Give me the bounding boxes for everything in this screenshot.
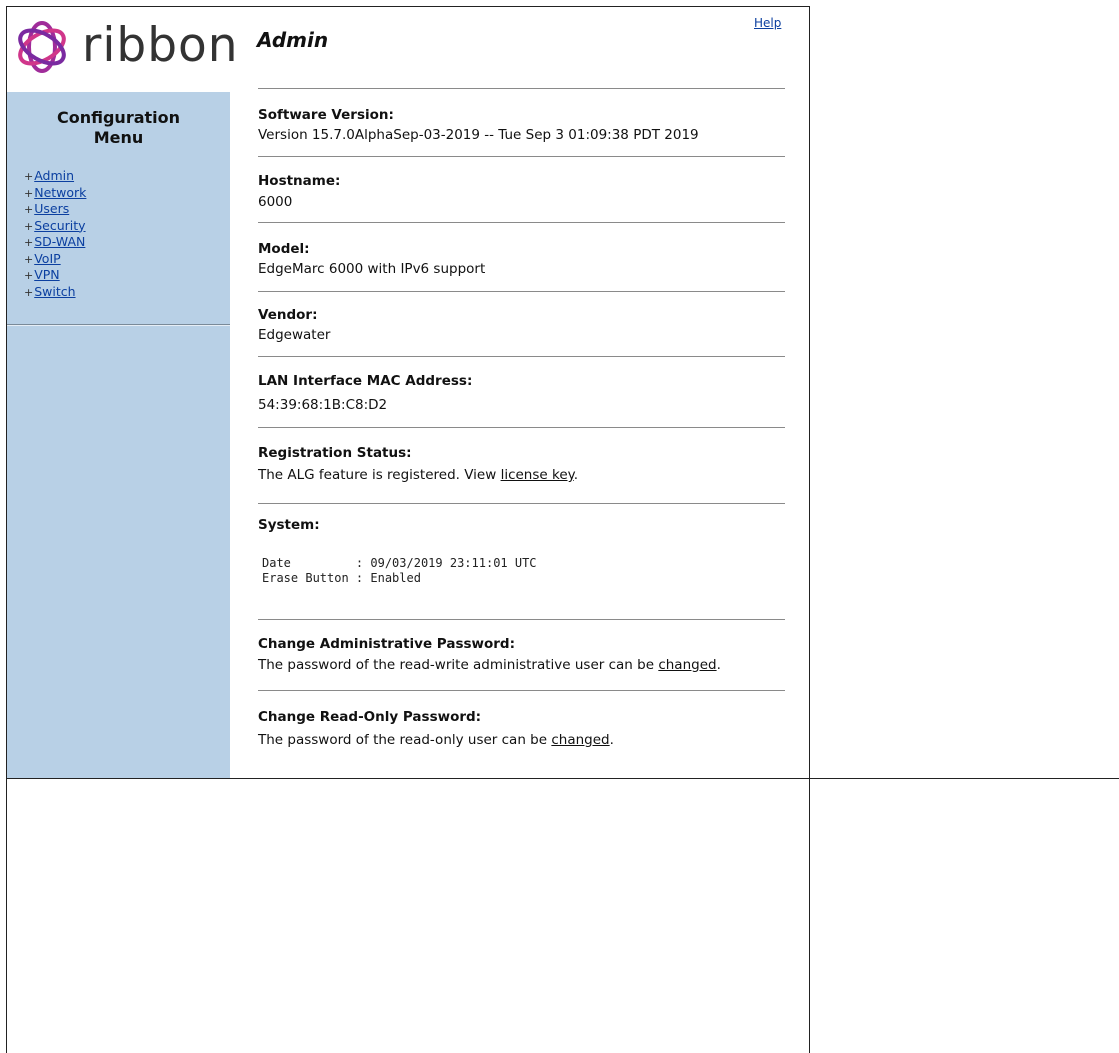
- plus-icon: +: [24, 269, 34, 282]
- menu-item-network: +Network: [24, 185, 86, 202]
- menu-title-text: Configuration Menu: [56, 108, 181, 147]
- change-admin-password-label: Change Administrative Password:: [258, 636, 515, 652]
- menu-item-voip: +VoIP: [24, 251, 86, 268]
- registration-status-text: The ALG feature is registered. View: [258, 467, 501, 483]
- menu-link-vpn[interactable]: VPN: [34, 267, 59, 282]
- change-admin-password-value: The password of the read-write administr…: [258, 657, 721, 673]
- change-admin-password-suffix: .: [716, 657, 721, 673]
- plus-icon: +: [24, 219, 34, 233]
- hostname-value: 6000: [258, 194, 293, 210]
- registration-status-label: Registration Status:: [258, 445, 412, 461]
- plus-icon: +: [24, 236, 34, 249]
- help-link[interactable]: Help: [754, 16, 781, 30]
- change-read-only-password-value: The password of the read-only user can b…: [258, 732, 614, 748]
- software-version-value: Version 15.7.0AlphaSep-03-2019 -- Tue Se…: [258, 127, 699, 143]
- configuration-menu-title: Configuration Menu: [7, 108, 230, 148]
- menu-item-switch: +Switch: [24, 284, 86, 301]
- change-read-only-password-link[interactable]: changed: [551, 732, 609, 748]
- section-divider: [258, 356, 785, 357]
- vendor-value: Edgewater: [258, 327, 331, 343]
- logo-wordmark: ribbon: [82, 18, 239, 73]
- menu-item-admin: +Admin: [24, 168, 86, 185]
- menu-item-users: +Users: [24, 201, 86, 218]
- frame-divider-horizontal: [6, 778, 1119, 779]
- section-divider: [258, 291, 785, 292]
- menu-link-network[interactable]: Network: [34, 185, 86, 200]
- menu-item-sd-wan: +SD-WAN: [24, 234, 86, 251]
- mac-address-value: 54:39:68:1B:C8:D2: [258, 397, 388, 413]
- section-divider: [258, 690, 785, 691]
- menu-item-security: +Security: [24, 218, 86, 235]
- section-divider: [258, 619, 785, 620]
- change-read-only-password-label: Change Read-Only Password:: [258, 709, 482, 725]
- section-divider: [258, 156, 785, 157]
- change-admin-password-text: The password of the read-write administr…: [258, 657, 659, 673]
- menu-item-vpn: +VPN: [24, 267, 86, 284]
- frame-divider-vertical: [809, 6, 810, 1053]
- plus-icon: +: [24, 252, 34, 266]
- system-label: System:: [258, 517, 320, 533]
- menu-link-security[interactable]: Security: [34, 218, 85, 233]
- license-key-link[interactable]: license key: [501, 467, 574, 483]
- menu-link-voip[interactable]: VoIP: [34, 251, 60, 266]
- section-divider: [258, 88, 785, 89]
- ribbon-logo: ribbon: [10, 16, 238, 78]
- plus-icon: +: [24, 186, 34, 200]
- hostname-label: Hostname:: [258, 173, 341, 189]
- menu-link-sd-wan[interactable]: SD-WAN: [34, 234, 85, 249]
- menu-link-admin[interactable]: Admin: [34, 168, 74, 183]
- vendor-label: Vendor:: [258, 307, 318, 323]
- sidebar-divider: [7, 324, 230, 326]
- section-divider: [258, 222, 785, 223]
- plus-icon: +: [24, 285, 34, 299]
- software-version-label: Software Version:: [258, 107, 394, 123]
- registration-status-value: The ALG feature is registered. View lice…: [258, 467, 578, 483]
- menu-link-switch[interactable]: Switch: [34, 284, 75, 299]
- registration-status-suffix: .: [573, 467, 578, 483]
- system-date-line: Date : 09/03/2019 23:11:01 UTC: [262, 556, 537, 570]
- change-read-only-password-suffix: .: [609, 732, 614, 748]
- configuration-sidebar: Configuration Menu +Admin +Network +User…: [7, 92, 230, 778]
- ribbon-logo-mark-icon: [18, 21, 66, 73]
- menu-link-users[interactable]: Users: [34, 201, 69, 216]
- mac-address-label: LAN Interface MAC Address:: [258, 373, 473, 389]
- configuration-menu-list: +Admin +Network +Users +Security +SD-WAN…: [24, 168, 86, 300]
- page-title: Admin: [257, 28, 329, 52]
- plus-icon: +: [24, 203, 34, 216]
- frame-top-border: [6, 6, 810, 7]
- change-admin-password-link[interactable]: changed: [658, 657, 716, 673]
- section-divider: [258, 427, 785, 428]
- model-label: Model:: [258, 241, 310, 257]
- plus-icon: +: [24, 170, 34, 183]
- system-erase-button-line: Erase Button : Enabled: [262, 571, 421, 585]
- section-divider: [258, 503, 785, 504]
- model-value: EdgeMarc 6000 with IPv6 support: [258, 261, 486, 277]
- change-read-only-password-text: The password of the read-only user can b…: [258, 732, 552, 748]
